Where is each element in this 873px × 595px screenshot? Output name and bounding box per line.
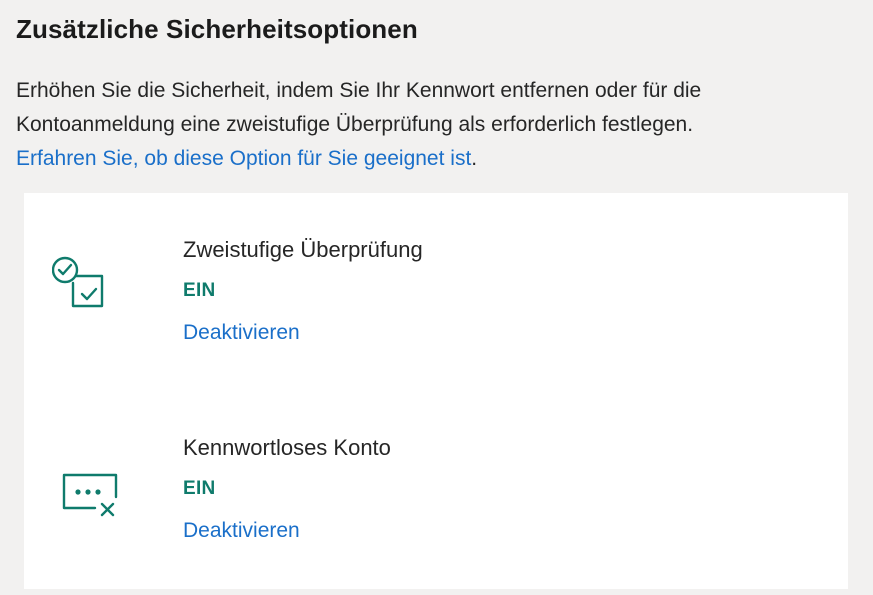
status-badge: EIN	[183, 280, 216, 301]
section-description: Erhöhen Sie die Sicherheit, indem Sie Ih…	[16, 74, 856, 176]
learn-more-suffix: .	[471, 147, 478, 170]
status-badge: EIN	[183, 478, 216, 499]
description-line-2: Kontoanmeldung eine zweistufige Überprüf…	[16, 113, 694, 136]
section-heading: Zusätzliche Sicherheitsoptionen	[16, 14, 418, 44]
passwordless-account-icon	[52, 465, 118, 530]
security-options-card: Zweistufige Überprüfung EIN Deaktivieren…	[24, 193, 848, 589]
description-line-1: Erhöhen Sie die Sicherheit, indem Sie Ih…	[16, 79, 702, 102]
learn-more-line: Erfahren Sie, ob diese Option für Sie ge…	[16, 142, 856, 176]
option-title: Kennwortloses Konto	[183, 435, 391, 460]
two-step-verification-icon	[51, 253, 112, 318]
deactivate-two-step-link[interactable]: Deaktivieren	[183, 321, 300, 345]
learn-more-link[interactable]: Erfahren Sie, ob diese Option für Sie ge…	[16, 147, 471, 170]
deactivate-passwordless-link[interactable]: Deaktivieren	[183, 519, 300, 543]
option-title: Zweistufige Überprüfung	[183, 237, 423, 262]
